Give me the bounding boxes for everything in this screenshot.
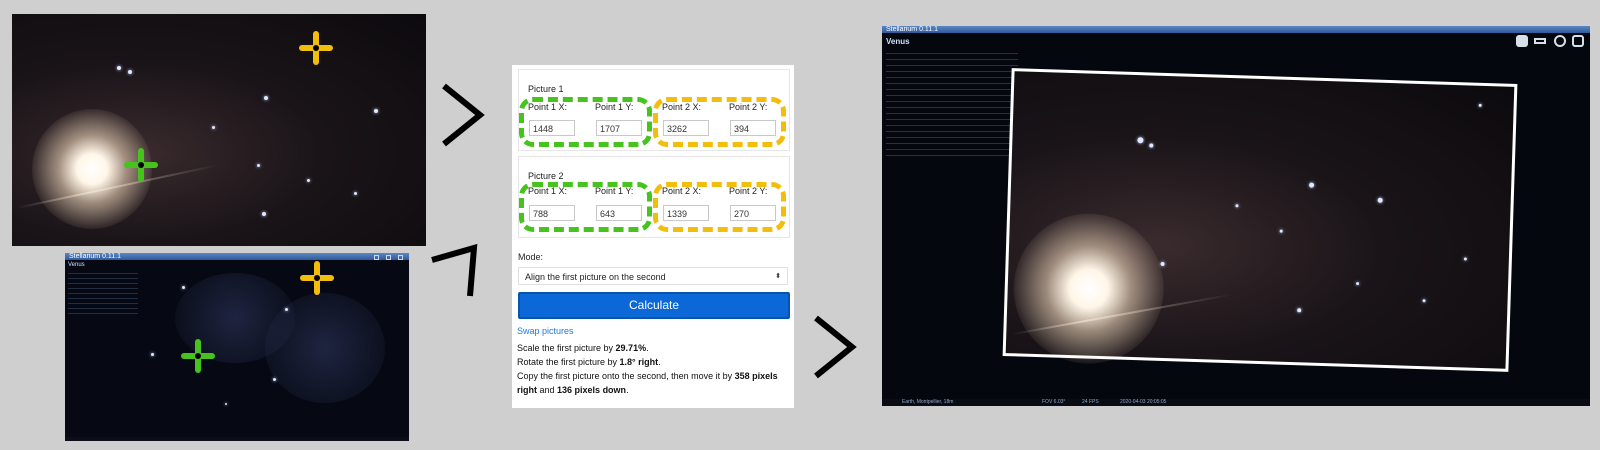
rotate-value: 1.8° right bbox=[619, 357, 659, 367]
mode-label: Mode: bbox=[518, 252, 544, 262]
result-rotate: Rotate the first picture by 1.8° right. bbox=[517, 357, 661, 367]
picture1-card: Picture 1 Point 1 X: Point 1 Y: Point 2 … bbox=[518, 69, 790, 151]
control-icon[interactable] bbox=[1534, 38, 1546, 44]
point1-marker-icon bbox=[124, 148, 158, 182]
alignment-form: Picture 1 Point 1 X: Point 1 Y: Point 2 … bbox=[512, 65, 794, 408]
picture1-title: Picture 1 bbox=[528, 84, 564, 94]
control-icon[interactable] bbox=[1572, 35, 1584, 47]
window-title: Stellarium 0.11.1 bbox=[882, 26, 1590, 33]
right-arrow-icon bbox=[442, 83, 485, 147]
status-bar: Earth, Montpellier, 18m FOV 6.03° 24 FPS… bbox=[882, 399, 1590, 406]
mode-select-value: Align the first picture on the second bbox=[525, 272, 666, 282]
point1-highlight bbox=[519, 182, 652, 232]
move-down-value: 136 pixels down bbox=[557, 385, 627, 395]
selected-object-name: Venus bbox=[68, 262, 85, 268]
result-copy: Copy the first picture onto the second, … bbox=[517, 371, 778, 395]
overlaid-photo bbox=[1002, 68, 1518, 372]
scale-value: 29.71% bbox=[615, 343, 647, 353]
point2-marker-icon bbox=[299, 31, 333, 65]
diagonal-arrow-icon bbox=[431, 243, 478, 297]
point2-highlight bbox=[653, 97, 786, 147]
stellarium-large-window: Stellarium 0.11.1 Venus Earth, Montpelli… bbox=[882, 26, 1590, 406]
picture2-card: Picture 2 Point 1 X: Point 1 Y: Point 2 … bbox=[518, 156, 790, 238]
window-controls[interactable] bbox=[1512, 35, 1584, 49]
selected-object-name: Venus bbox=[886, 37, 910, 46]
mode-select[interactable]: Align the first picture on the second ⬍ bbox=[518, 267, 788, 285]
object-info-block bbox=[886, 48, 1018, 156]
object-info-block bbox=[68, 269, 138, 317]
select-arrows-icon: ⬍ bbox=[775, 273, 781, 280]
result-scale: Scale the first picture by 29.71%. bbox=[517, 343, 649, 353]
stellarium-small-window: Stellarium 0.11.1 Venus bbox=[65, 253, 409, 441]
status-fps: 24 FPS bbox=[1082, 399, 1099, 405]
source-photo bbox=[12, 14, 426, 246]
point1-highlight bbox=[519, 97, 652, 147]
point1-marker-icon bbox=[181, 339, 215, 373]
calculate-button[interactable]: Calculate bbox=[518, 292, 790, 319]
picture2-title: Picture 2 bbox=[528, 171, 564, 181]
status-fov: FOV 6.03° bbox=[1042, 399, 1066, 405]
control-icon[interactable] bbox=[1516, 35, 1528, 47]
swap-pictures-link[interactable]: Swap pictures bbox=[517, 326, 574, 336]
window-title: Stellarium 0.11.1 bbox=[65, 253, 409, 260]
window-controls[interactable] bbox=[363, 255, 403, 260]
point2-highlight bbox=[653, 182, 786, 232]
status-location: Earth, Montpellier, 18m bbox=[902, 399, 954, 405]
control-icon[interactable] bbox=[1554, 35, 1566, 47]
status-datetime: 2020-04-03 20:05:05 bbox=[1120, 399, 1167, 405]
point2-marker-icon bbox=[300, 261, 334, 295]
right-arrow-icon bbox=[814, 315, 857, 379]
